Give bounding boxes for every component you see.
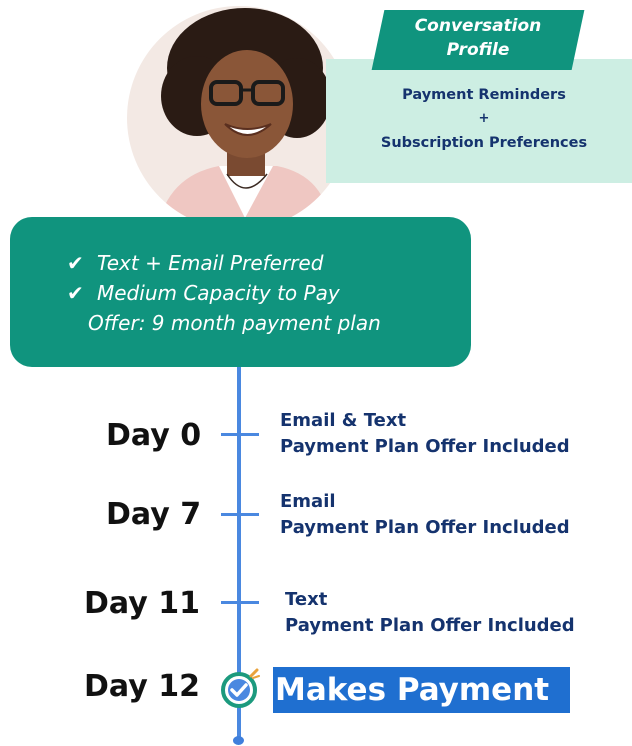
timeline-event: Email Payment Plan Offer Included <box>280 489 570 541</box>
timeline-event: Email & Text Payment Plan Offer Included <box>280 408 570 460</box>
timeline-tick <box>221 433 259 436</box>
day-label: Day 12 <box>84 669 200 704</box>
conversation-profile-title: Conversation Profile <box>378 14 578 62</box>
subscription-preferences-label: Subscription Preferences <box>380 135 588 151</box>
plus-label: + <box>478 111 490 126</box>
timeline-tick <box>221 601 259 604</box>
summary-item-label: Medium Capacity to Pay <box>97 281 340 305</box>
event-channel: Email <box>280 491 336 512</box>
person-portrait-icon <box>127 6 351 230</box>
makes-payment-highlight: Makes Payment <box>273 667 570 713</box>
checkmark-icon: ✔ <box>67 281 84 305</box>
summary-item-capacity: ✔ Medium Capacity to Pay <box>67 280 340 306</box>
timeline-event: Text Payment Plan Offer Included <box>285 587 575 639</box>
event-channel: Email & Text <box>280 410 407 431</box>
event-detail: Payment Plan Offer Included <box>285 615 575 636</box>
payment-reminders-label: Payment Reminders <box>402 87 566 103</box>
summary-item-label: Text + Email Preferred <box>97 251 324 275</box>
profile-tag-line2: Profile <box>446 40 510 60</box>
profile-details: Payment Reminders + Subscription Prefere… <box>354 84 614 154</box>
day-label: Day 0 <box>106 418 202 453</box>
checkmark-circle-icon <box>221 668 260 708</box>
event-detail: Payment Plan Offer Included <box>280 436 570 457</box>
summary-item-contact: ✔ Text + Email Preferred <box>67 250 323 276</box>
timeline-end-dot <box>233 736 244 745</box>
profile-photo <box>127 6 351 230</box>
profile-tag-line1: Conversation <box>414 16 542 36</box>
summary-offer: Offer: 9 month payment plan <box>88 311 381 335</box>
day-label: Day 7 <box>106 497 202 532</box>
day-label: Day 11 <box>84 586 200 621</box>
event-channel: Text <box>285 589 328 610</box>
checkmark-icon: ✔ <box>67 251 84 275</box>
timeline-tick <box>221 513 259 516</box>
event-detail: Payment Plan Offer Included <box>280 517 570 538</box>
